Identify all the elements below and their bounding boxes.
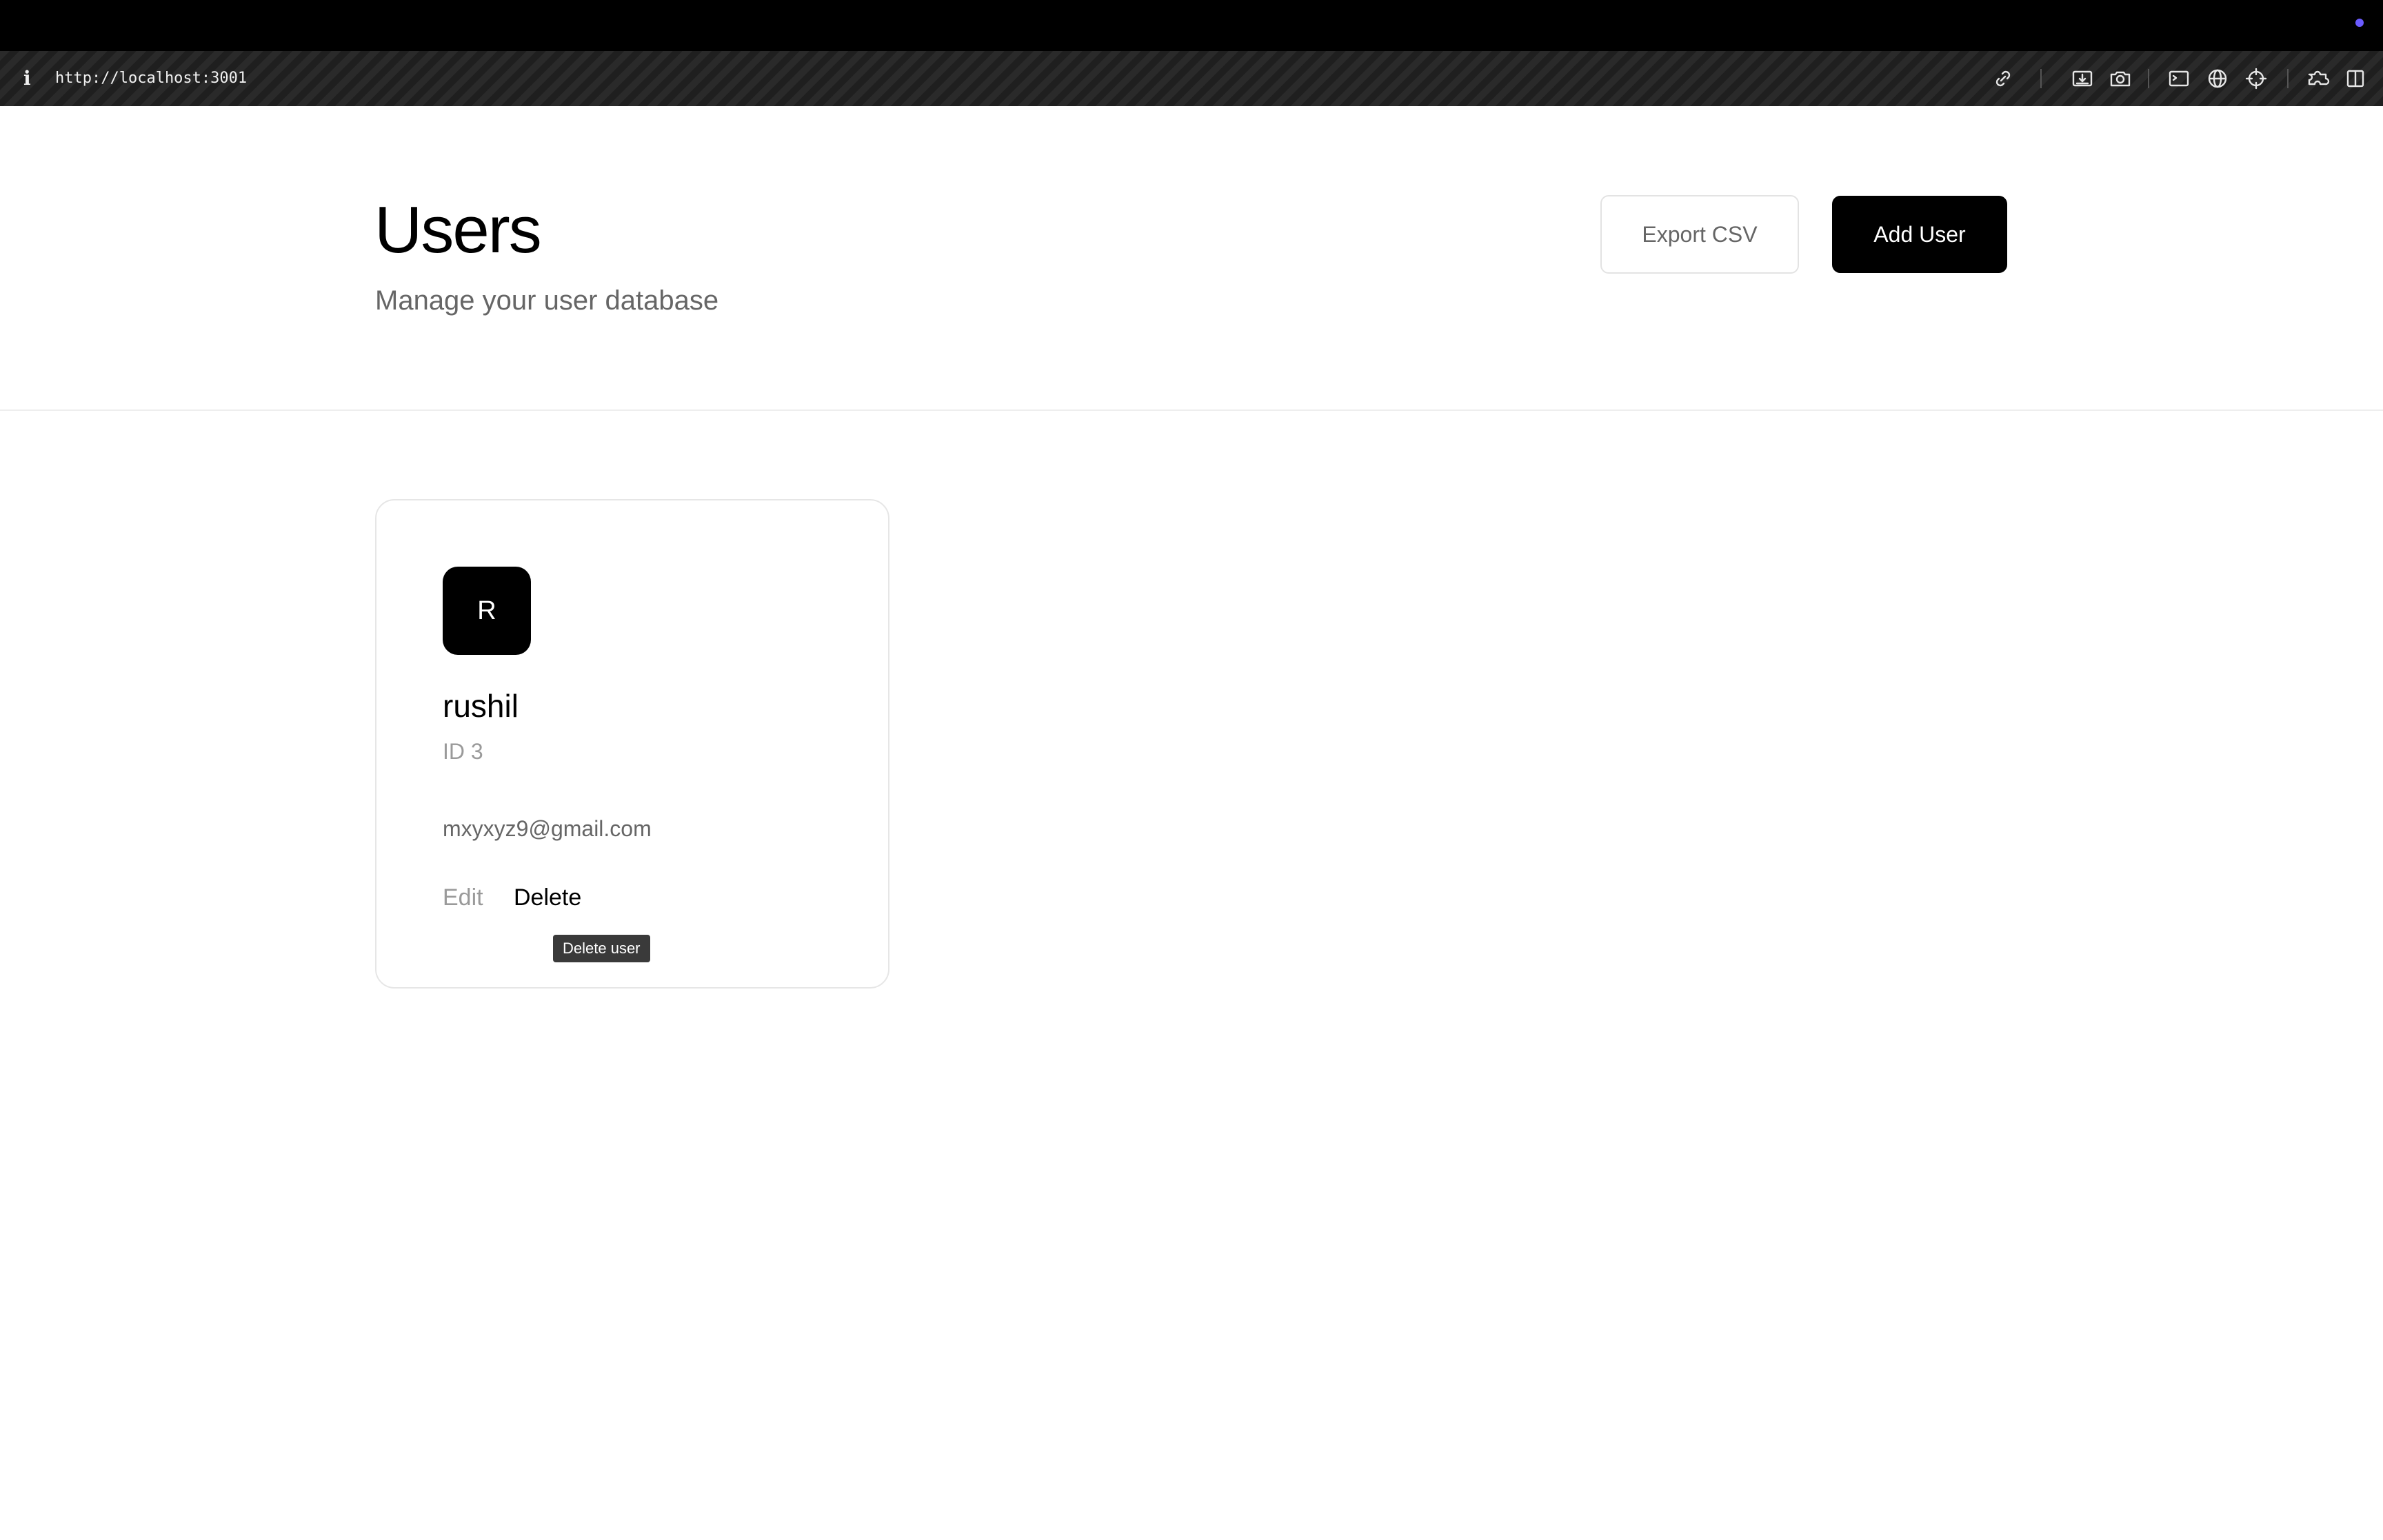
users-page: Users Manage your user database Export C… [0,106,2383,1540]
toolbar-separator [2148,69,2149,88]
crosshair-icon[interactable] [2242,65,2270,92]
user-name: rushil [443,688,519,724]
browser-toolbar: i http://localhost:3001 [0,51,2383,106]
toolbar-separator [2040,69,2042,88]
avatar: R [443,567,531,655]
user-email: mxyxyz9@gmail.com [443,816,652,841]
page-subtitle: Manage your user database [375,285,719,316]
toolbar-separator [2287,69,2289,88]
site-info-icon[interactable]: i [23,66,37,91]
page-title: Users [374,193,542,267]
split-view-icon[interactable] [2342,65,2369,92]
export-csv-button[interactable]: Export CSV [1600,195,1799,274]
address-bar-url[interactable]: http://localhost:3001 [55,66,247,91]
delete-user-button[interactable]: Delete [514,882,581,913]
download-icon[interactable] [2069,65,2096,92]
status-dot-icon [2355,19,2364,27]
user-id: ID 3 [443,739,483,764]
link-icon[interactable] [1989,65,2017,92]
edit-user-button[interactable]: Edit [443,882,483,913]
globe-icon[interactable] [2204,65,2231,92]
user-card: R rushil ID 3 mxyxyz9@gmail.com Edit Del… [375,499,889,989]
terminal-icon[interactable] [2165,65,2193,92]
extensions-icon[interactable] [2304,65,2331,92]
delete-tooltip: Delete user [553,935,650,962]
camera-icon[interactable] [2107,65,2134,92]
window-top-bar [0,0,2383,51]
add-user-button[interactable]: Add User [1832,196,2007,273]
header-divider [0,409,2383,411]
